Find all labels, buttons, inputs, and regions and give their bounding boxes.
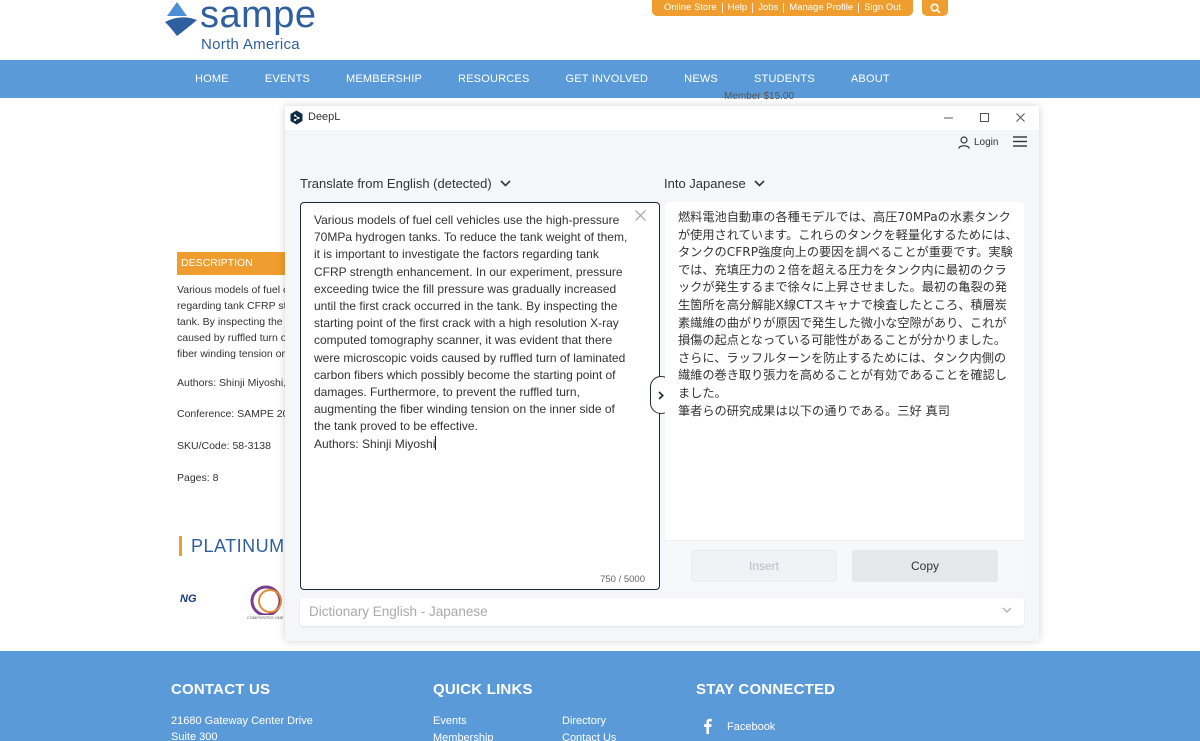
logo-wordmark: sampe <box>200 0 317 36</box>
source-language-label: Translate from English (detected) <box>300 176 492 191</box>
description-line: fiber winding tension on <box>177 348 287 360</box>
copy-button[interactable]: Copy <box>852 550 998 582</box>
main-navigation: HOME EVENTS MEMBERSHIP RESOURCES GET INV… <box>0 60 1200 98</box>
description-tab[interactable]: DESCRIPTION <box>177 252 287 275</box>
description-text: Various models of fuel c regarding tank … <box>177 282 287 362</box>
dictionary-panel[interactable]: Dictionary English - Japanese <box>300 598 1024 626</box>
sponsor-b-caption: COMPOSITES ONE <box>247 615 284 620</box>
login-button[interactable]: Login <box>958 136 998 149</box>
conference-line: Conference: SAMPE 20 <box>177 408 287 420</box>
clear-text-icon[interactable] <box>635 210 646 221</box>
chevron-down-icon <box>1002 607 1012 613</box>
footer-address-line-1: 21680 Gateway Center Drive <box>171 715 313 727</box>
search-icon <box>929 2 941 14</box>
sampe-logo-mark-icon <box>165 2 197 36</box>
nav-events[interactable]: EVENTS <box>247 73 328 85</box>
footer-link-directory[interactable]: Directory <box>562 715 606 727</box>
description-line: tank. By inspecting the <box>177 316 283 328</box>
footer-link-events[interactable]: Events <box>433 715 467 727</box>
target-language-label: Into Japanese <box>664 176 746 191</box>
footer-stay-connected-title: STAY CONNECTED <box>696 681 836 698</box>
nav-home[interactable]: HOME <box>177 73 247 85</box>
site-search-button[interactable] <box>922 0 948 16</box>
source-text-content: Various models of fuel cell vehicles use… <box>314 213 628 451</box>
sponsor-logo-composites-one[interactable]: COMPOSITES ONE <box>247 584 285 622</box>
platinum-sponsors-heading: PLATINUM <box>179 536 289 556</box>
footer-address-line-2: Suite 300 <box>171 731 218 741</box>
nav-resources[interactable]: RESOURCES <box>440 73 547 85</box>
translation-text[interactable]: 燃料電池自動車の各種モデルでは、高圧70MPaの水素タンクが使用されています。こ… <box>678 209 1018 420</box>
deepl-toolbar: Login <box>285 130 1039 156</box>
site-footer: CONTACT US 21680 Gateway Center Drive Su… <box>0 651 1200 741</box>
translation-actions: Insert Copy <box>665 540 1024 590</box>
maximize-icon[interactable] <box>980 113 989 122</box>
nav-students[interactable]: STUDENTS <box>736 73 833 85</box>
utility-link-online-store[interactable]: Online Store <box>659 3 722 13</box>
utility-link-manage-profile[interactable]: Manage Profile <box>783 3 858 13</box>
close-icon[interactable] <box>1016 113 1025 122</box>
chevron-down-icon <box>500 180 511 187</box>
chevron-down-icon <box>754 180 765 187</box>
hamburger-menu-icon[interactable] <box>1013 136 1027 147</box>
target-language-selector[interactable]: Into Japanese <box>664 176 765 191</box>
dictionary-label: Dictionary English - Japanese <box>309 604 488 619</box>
sponsor-logo-a[interactable]: NG <box>180 593 197 605</box>
footer-link-membership[interactable]: Membership <box>433 732 494 741</box>
user-icon <box>958 136 970 149</box>
pages-line: Pages: 8 <box>177 472 219 484</box>
utility-link-help[interactable]: Help <box>721 3 753 13</box>
minimize-icon[interactable] <box>944 117 953 119</box>
authors-line: Authors: Shinji Miyoshi, <box>177 377 287 389</box>
utility-link-sign-out[interactable]: Sign Out <box>858 3 906 13</box>
footer-link-contact-us[interactable]: Contact Us <box>562 732 616 741</box>
description-line: Various models of fuel c <box>177 284 287 296</box>
chevron-right-icon <box>658 390 664 400</box>
sampe-logo[interactable]: sampe North America <box>163 0 333 56</box>
deepl-window-title: DeepL <box>308 111 341 123</box>
text-cursor <box>435 435 437 450</box>
site-header: sampe North America Online Store Help Jo… <box>0 0 1200 60</box>
footer-contact-title: CONTACT US <box>171 681 271 698</box>
deepl-titlebar[interactable]: DeepL <box>285 106 1039 130</box>
login-label: Login <box>974 137 999 148</box>
price-peek: Member $15.00 <box>724 91 795 102</box>
deepl-logo-icon <box>290 110 303 125</box>
footer-quick-links-title: QUICK LINKS <box>433 681 533 698</box>
footer-link-facebook[interactable]: Facebook <box>727 721 775 733</box>
nav-get-involved[interactable]: GET INVOLVED <box>547 73 666 85</box>
source-text-area[interactable]: Various models of fuel cell vehicles use… <box>300 202 660 590</box>
nav-news[interactable]: NEWS <box>666 73 736 85</box>
logo-subtitle: North America <box>201 36 300 53</box>
character-counter: 750 / 5000 <box>600 574 645 585</box>
description-line: regarding tank CFRP str <box>177 300 287 312</box>
source-text[interactable]: Various models of fuel cell vehicles use… <box>314 212 634 453</box>
translation-output-area: 燃料電池自動車の各種モデルでは、高圧70MPaの水素タンクが使用されています。こ… <box>665 202 1024 590</box>
utility-bar: Online Store Help Jobs Manage Profile Si… <box>652 0 913 16</box>
nav-membership[interactable]: MEMBERSHIP <box>328 73 440 85</box>
description-line: caused by ruffled turn o <box>177 332 287 344</box>
composites-one-logo-icon: COMPOSITES ONE <box>247 585 285 620</box>
facebook-icon[interactable] <box>703 718 712 734</box>
deepl-window: DeepL Login Translate from English (dete… <box>285 106 1039 641</box>
utility-link-jobs[interactable]: Jobs <box>752 3 783 13</box>
insert-button[interactable]: Insert <box>691 550 837 582</box>
sku-line: SKU/Code: 58-3138 <box>177 440 271 452</box>
source-language-selector[interactable]: Translate from English (detected) <box>300 176 511 191</box>
nav-about[interactable]: ABOUT <box>833 73 908 85</box>
